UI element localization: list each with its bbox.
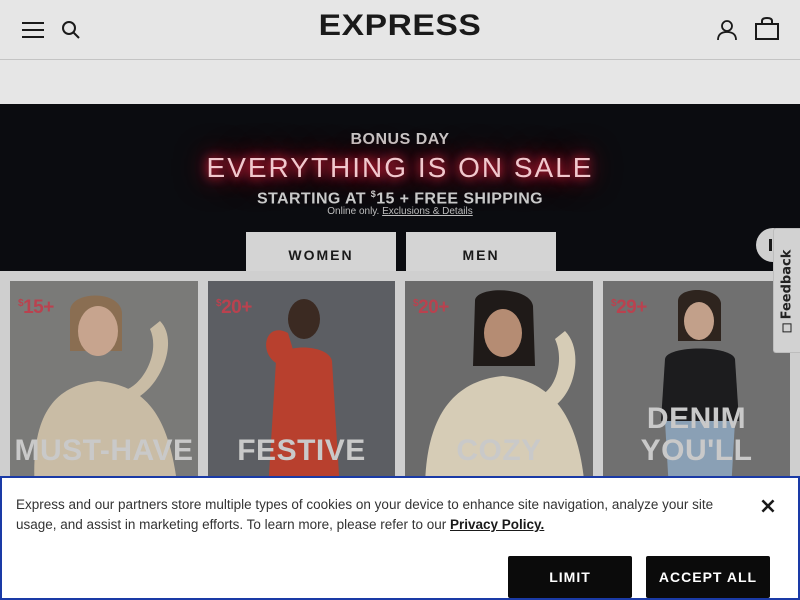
card-title: MUST-HAVE — [14, 434, 194, 467]
limit-button[interactable]: LIMIT — [508, 556, 632, 598]
accept-all-button[interactable]: ACCEPT ALL — [646, 556, 770, 598]
hero-note-text: Online only. — [327, 206, 380, 217]
hero-banner[interactable]: BONUS DAY EVERYTHING IS ON SALE STARTING… — [0, 104, 800, 284]
category-card-sweaters[interactable]: $15+ MUST-HAVE — [10, 281, 198, 491]
hero-subtitle-post: 15 + FREE SHIPPING — [376, 190, 544, 208]
cookie-banner: Express and our partners store multiple … — [0, 476, 800, 600]
feedback-icon — [782, 322, 792, 332]
cookie-message: Express and our partners store multiple … — [16, 497, 714, 532]
category-card-dresses[interactable]: $20+ FESTIVE — [208, 281, 395, 491]
card-title-line2: YOU'LL — [640, 434, 753, 467]
category-card-sweaters-cozy[interactable]: $20+ COZY — [405, 281, 593, 491]
promo-subbar — [0, 60, 800, 104]
price-value: 20+ — [418, 297, 449, 318]
feedback-tab[interactable]: Feedback — [773, 228, 800, 353]
account-icon[interactable] — [716, 19, 738, 41]
price-value: 15+ — [23, 297, 54, 318]
feedback-text: Feedback — [779, 249, 795, 319]
tab-men[interactable]: MEN — [406, 232, 556, 272]
hero-subtitle-pre: STARTING AT — [256, 190, 371, 208]
price-value: 29+ — [616, 297, 647, 318]
card-price: $15+ — [18, 297, 54, 319]
cookie-text: Express and our partners store multiple … — [16, 495, 736, 535]
express-logo[interactable]: EXPRESS — [0, 9, 800, 43]
card-price: $20+ — [413, 297, 449, 319]
card-title: COZY — [456, 434, 542, 467]
hero-note: Online only. Exclusions & Details — [0, 206, 800, 217]
card-price: $20+ — [216, 297, 252, 319]
close-icon[interactable]: × — [758, 496, 778, 518]
card-price: $29+ — [611, 297, 647, 319]
privacy-policy-link[interactable]: Privacy Policy. — [450, 517, 544, 532]
tab-women[interactable]: WOMEN — [246, 232, 396, 272]
category-card-denim[interactable]: $29+ DENIM YOU'LL — [603, 281, 790, 491]
hero-kicker: BONUS DAY — [350, 131, 450, 148]
card-title-line1: DENIM — [646, 402, 747, 435]
price-value: 20+ — [221, 297, 252, 318]
hero-title: EVERYTHING IS ON SALE — [206, 152, 594, 183]
category-cards: $15+ MUST-HAVE $20+ FESTIVE $20+ COZY $2… — [0, 271, 800, 491]
feedback-label: Feedback — [780, 249, 795, 332]
shopping-bag-icon[interactable] — [754, 17, 780, 41]
site-header: EXPRESS — [0, 0, 800, 60]
card-title: FESTIVE — [237, 434, 366, 467]
card-title: DENIM YOU'LL — [603, 403, 790, 467]
exclusions-link[interactable]: Exclusions & Details — [382, 206, 473, 217]
